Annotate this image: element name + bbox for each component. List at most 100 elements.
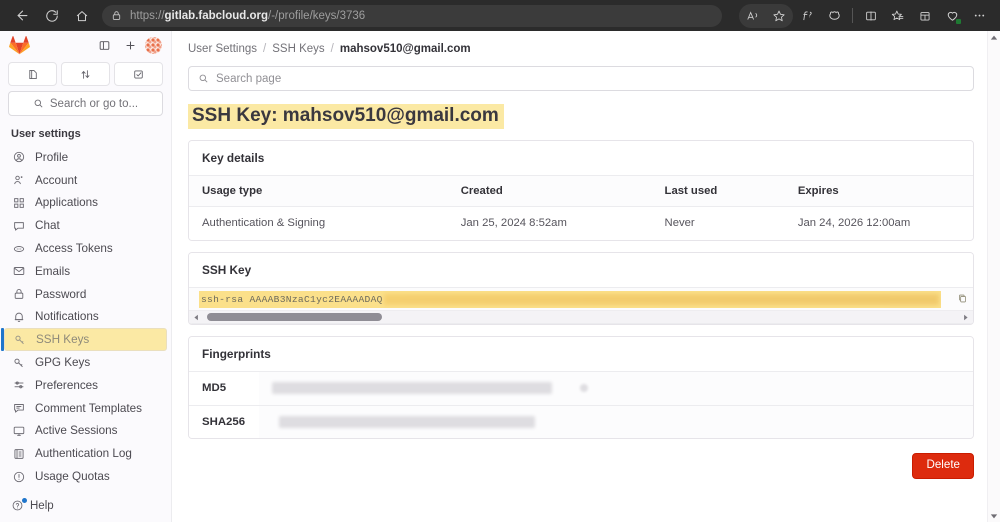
sidebar-item-emails[interactable]: Emails: [0, 260, 171, 283]
home-icon[interactable]: [68, 3, 96, 29]
scrollbar-track[interactable]: [202, 311, 960, 324]
scroll-left-arrow[interactable]: [191, 314, 202, 321]
monitor-icon: [11, 423, 26, 438]
sidebar-item-preferences[interactable]: Preferences: [0, 374, 171, 397]
sidebar-item-profile[interactable]: Profile: [0, 146, 171, 169]
issues-icon[interactable]: [8, 62, 57, 86]
user-avatar[interactable]: [145, 36, 162, 54]
read-aloud-icon[interactable]: [740, 4, 766, 28]
gitlab-logo[interactable]: [9, 35, 30, 56]
sidebar-item-label: Access Tokens: [35, 242, 113, 256]
ssh-key-card: SSH Key ssh-rsa AAAAB3NzaC1yc2EAAAADAQ: [188, 252, 974, 326]
main-content: User Settings / SSH Keys / mahsov510@gma…: [172, 31, 1000, 522]
browser-toolbar: https://gitlab.fabcloud.org/-/profile/ke…: [0, 0, 1000, 31]
sidebar-item-label: Preferences: [35, 378, 99, 392]
sidebar-item-label: Emails: [35, 264, 71, 278]
breadcrumb-item-user-settings[interactable]: User Settings: [188, 43, 257, 55]
sidebar: Search or go to... User settings Profile…: [0, 31, 172, 522]
sidebar-toggle-icon[interactable]: [93, 34, 115, 56]
sidebar-nav: Profile Account Applications Chat Access…: [0, 146, 171, 495]
sidebar-item-password[interactable]: Password: [0, 283, 171, 306]
sidebar-item-label: GPG Keys: [35, 356, 91, 370]
sidebar-item-notifications[interactable]: Notifications: [0, 306, 171, 329]
sidebar-item-chat[interactable]: Chat: [0, 214, 171, 237]
sidebar-item-authentication-log[interactable]: Authentication Log: [0, 442, 171, 465]
merge-request-icon[interactable]: [61, 62, 110, 86]
cell-last-used: Never: [651, 206, 785, 241]
cell-created: Jan 25, 2024 8:52am: [447, 206, 652, 241]
account-icon: [11, 173, 26, 188]
column-header-expires: Expires: [784, 176, 973, 208]
applications-icon: [11, 195, 26, 210]
table-row: SHA256: [189, 405, 973, 439]
scroll-up-arrow[interactable]: [988, 31, 1000, 44]
lock-icon: [11, 287, 26, 302]
scrollbar-thumb[interactable]: [207, 313, 382, 322]
redacted-dot: [580, 384, 588, 393]
search-page-input[interactable]: Search page: [188, 66, 974, 91]
chat-icon: [11, 218, 26, 233]
ssh-key-title: SSH Key: [189, 253, 973, 289]
todo-checkbox-icon[interactable]: [114, 62, 163, 86]
breadcrumb-item-current: mahsov510@gmail.com: [339, 43, 471, 55]
breadcrumb: User Settings / SSH Keys / mahsov510@gma…: [172, 31, 1000, 55]
quota-icon: [11, 469, 26, 484]
sidebar-item-access-tokens[interactable]: Access Tokens: [0, 237, 171, 260]
sidebar-item-ssh-keys[interactable]: SSH Keys: [1, 328, 167, 352]
help-badge-dot: [22, 498, 27, 503]
delete-button[interactable]: Delete: [912, 453, 974, 480]
ssh-key-redacted-region: [383, 293, 939, 305]
ssh-key-body: ssh-rsa AAAAB3NzaC1yc2EAAAADAQ: [189, 288, 973, 325]
split-screen-icon[interactable]: [858, 4, 884, 28]
scroll-down-arrow[interactable]: [988, 509, 1000, 522]
copilot-icon[interactable]: [821, 4, 847, 28]
search-icon: [198, 73, 209, 84]
sidebar-item-label: Chat: [35, 219, 60, 233]
cell-usage-type: Authentication & Signing: [189, 206, 448, 241]
scroll-right-arrow[interactable]: [960, 314, 971, 321]
comment-icon: [11, 401, 26, 416]
plus-icon[interactable]: [119, 34, 141, 56]
sidebar-item-label: Profile: [35, 150, 69, 164]
ssh-key-horizontal-scrollbar[interactable]: [189, 310, 973, 324]
font-style-icon[interactable]: [794, 4, 820, 28]
page-title: SSH Key: mahsov510@gmail.com: [188, 104, 504, 130]
sidebar-item-applications[interactable]: Applications: [0, 192, 171, 215]
sidebar-item-help[interactable]: Help: [0, 495, 171, 522]
ssh-key-value: ssh-rsa AAAAB3NzaC1yc2EAAAADAQ: [201, 293, 383, 305]
reload-icon[interactable]: [38, 3, 66, 29]
more-options-icon[interactable]: [966, 4, 992, 28]
sidebar-item-label: SSH Keys: [36, 333, 90, 347]
sidebar-item-comment-templates[interactable]: Comment Templates: [0, 397, 171, 420]
sidebar-item-gpg-keys[interactable]: GPG Keys: [0, 351, 171, 374]
redacted-value: [279, 415, 535, 428]
sidebar-item-label: Usage Quotas: [35, 470, 110, 484]
address-actions-group: [739, 3, 793, 28]
address-bar[interactable]: https://gitlab.fabcloud.org/-/profile/ke…: [102, 4, 722, 27]
breadcrumb-item-ssh-keys[interactable]: SSH Keys: [272, 43, 324, 55]
search-page-wrapper: Search page: [172, 55, 1000, 91]
fingerprints-card: Fingerprints MD5 SHA256: [188, 336, 974, 440]
search-input[interactable]: Search or go to...: [8, 91, 163, 116]
fingerprints-title: Fingerprints: [189, 337, 973, 373]
email-icon: [11, 264, 26, 279]
search-placeholder: Search or go to...: [49, 97, 139, 110]
sidebar-item-usage-quotas[interactable]: Usage Quotas: [0, 465, 171, 488]
copy-clipboard-icon[interactable]: [954, 290, 970, 307]
back-arrow-icon[interactable]: [8, 3, 36, 29]
heart-icon[interactable]: [939, 4, 965, 28]
fingerprint-value-sha256: [259, 405, 973, 439]
star-icon[interactable]: [766, 4, 792, 28]
browser-app-icon[interactable]: [912, 4, 938, 28]
sidebar-item-active-sessions[interactable]: Active Sessions: [0, 420, 171, 443]
column-header-usage-type: Usage type: [189, 176, 448, 208]
ssh-key-value-row[interactable]: ssh-rsa AAAAB3NzaC1yc2EAAAADAQ: [189, 288, 973, 310]
key-details-title: Key details: [189, 141, 973, 177]
collections-icon[interactable]: [885, 4, 911, 28]
key-icon: [11, 355, 26, 370]
sidebar-item-account[interactable]: Account: [0, 169, 171, 192]
fingerprints-table: MD5 SHA256: [189, 372, 973, 439]
key-details-table: Usage type Created Last used Expires Aut…: [189, 176, 973, 241]
bell-icon: [11, 309, 26, 324]
page-scrollbar[interactable]: [987, 31, 1000, 522]
